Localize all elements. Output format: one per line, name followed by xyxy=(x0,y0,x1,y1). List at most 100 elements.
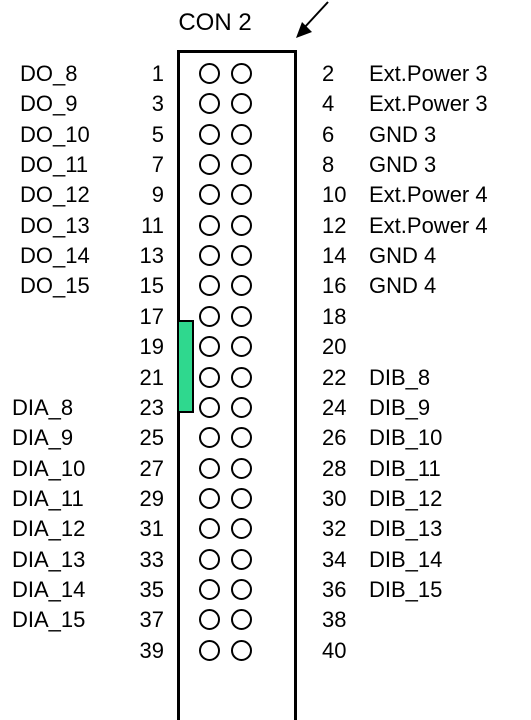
odd-pin-circle xyxy=(199,214,220,236)
right-pin-number: 8 xyxy=(322,152,335,178)
odd-pin-circle xyxy=(199,63,220,84)
pin-row: DIA_13 33 34 DIB_14 xyxy=(0,545,531,575)
right-signal-label: DIB_14 xyxy=(369,546,443,572)
even-pin-circle xyxy=(231,518,252,540)
pin-row: 21 22 DIB_8 xyxy=(0,363,531,393)
odd-pin-circle xyxy=(199,578,220,600)
left-signal-label: DO_8 xyxy=(20,61,78,86)
left-signal-label: DIA_11 xyxy=(12,485,84,511)
even-pin-circle xyxy=(231,184,252,206)
right-signal-label: GND 3 xyxy=(369,152,437,178)
left-signal-label: DIA_10 xyxy=(12,455,86,481)
left-pin-number: 9 xyxy=(151,182,164,208)
left-signal-label: DIA_15 xyxy=(12,607,86,633)
pin-row: DO_8 1 2 Ext.Power 3 xyxy=(0,59,531,89)
right-pin-number: 30 xyxy=(322,485,347,511)
odd-pin-circle xyxy=(199,487,220,509)
odd-pin-circle xyxy=(199,639,220,661)
connector-title: CON 2 xyxy=(178,9,252,36)
left-signal-label: DO_11 xyxy=(20,152,89,178)
left-signal-label: DIA_12 xyxy=(12,516,86,542)
even-pin-circle xyxy=(231,245,252,267)
left-pin-number: 31 xyxy=(139,516,164,542)
pointer-arrow-icon xyxy=(296,1,329,38)
left-signal-label: DO_9 xyxy=(20,91,78,117)
pin-row: DIA_14 35 36 DIB_15 xyxy=(0,575,531,605)
pin-row: DIA_12 31 32 DIB_13 xyxy=(0,514,531,544)
left-pin-number: 35 xyxy=(139,576,164,602)
left-pin-number: 27 xyxy=(139,455,164,481)
left-pin-number: 7 xyxy=(151,152,164,178)
right-pin-number: 22 xyxy=(322,364,347,390)
right-pin-number: 32 xyxy=(322,516,347,542)
connector-pinout-diagram: CON 2 DO_8 1 2 Ext.Power 3 DO_9 3 4 Ext.Power 3… xyxy=(0,0,531,720)
right-pin-number: 28 xyxy=(322,455,347,481)
even-pin-circle xyxy=(231,396,252,418)
right-pin-number: 14 xyxy=(322,243,347,269)
even-pin-circle xyxy=(231,305,252,327)
left-pin-number: 37 xyxy=(139,607,164,633)
odd-pin-circle xyxy=(199,548,220,570)
odd-pin-circle xyxy=(199,366,220,388)
pin-row: 19 20 xyxy=(0,332,531,362)
right-signal-label: Ext.Power 3 xyxy=(369,91,488,117)
right-pin-number: 4 xyxy=(322,91,335,117)
odd-pin-circle xyxy=(199,184,220,206)
right-signal-label: GND 3 xyxy=(369,121,437,147)
right-pin-number: 12 xyxy=(322,212,347,238)
right-pin-number: 38 xyxy=(322,607,347,633)
pin-row: DIA_15 37 38 xyxy=(0,605,531,635)
right-signal-label: GND 4 xyxy=(369,273,437,299)
even-pin-circle xyxy=(231,154,252,176)
left-signal-label: DO_10 xyxy=(20,121,90,147)
pin-row: DIA_8 23 24 DIB_9 xyxy=(0,393,531,423)
even-pin-circle xyxy=(231,63,252,84)
left-pin-number: 29 xyxy=(139,485,164,511)
even-pin-circle xyxy=(231,639,252,661)
right-pin-number: 34 xyxy=(322,546,347,572)
even-pin-circle xyxy=(231,427,252,449)
even-pin-circle xyxy=(231,93,252,115)
right-pin-number: 10 xyxy=(322,182,347,208)
even-pin-circle xyxy=(231,275,252,297)
left-pin-number: 13 xyxy=(139,243,164,269)
odd-pin-circle xyxy=(199,457,220,479)
odd-pin-circle xyxy=(199,336,220,358)
right-pin-number: 18 xyxy=(322,303,347,329)
left-signal-label: DO_14 xyxy=(20,243,90,269)
right-pin-number: 20 xyxy=(322,334,347,360)
odd-pin-circle xyxy=(199,396,220,418)
pin-row: DO_11 7 8 GND 3 xyxy=(0,150,531,180)
left-pin-number: 17 xyxy=(139,303,164,329)
left-signal-label: DIA_13 xyxy=(12,546,86,572)
left-pin-number: 3 xyxy=(151,91,164,117)
pin-row: 39 40 xyxy=(0,636,531,666)
pin-row: DO_12 9 10 Ext.Power 4 xyxy=(0,180,531,210)
right-signal-label: GND 4 xyxy=(369,243,437,269)
pin-row: DO_14 13 14 GND 4 xyxy=(0,241,531,271)
right-pin-number: 24 xyxy=(322,394,347,420)
pin-row: 17 18 xyxy=(0,302,531,332)
even-pin-circle xyxy=(231,487,252,509)
right-pin-number: 2 xyxy=(322,61,335,86)
right-signal-label: Ext.Power 4 xyxy=(369,212,488,238)
odd-pin-circle xyxy=(199,123,220,145)
left-signal-label: DIA_14 xyxy=(12,576,86,602)
left-pin-number: 21 xyxy=(139,364,164,390)
right-signal-label: DIB_15 xyxy=(369,576,443,602)
even-pin-circle xyxy=(231,336,252,358)
pin-row: DO_15 15 16 GND 4 xyxy=(0,271,531,301)
right-signal-label: Ext.Power 3 xyxy=(369,61,488,86)
pin-row: DIA_10 27 28 DIB_11 xyxy=(0,454,531,484)
even-pin-circle xyxy=(231,548,252,570)
left-signal-label: DIA_9 xyxy=(12,425,74,451)
left-pin-number: 19 xyxy=(139,334,164,360)
odd-pin-circle xyxy=(199,275,220,297)
left-pin-number: 11 xyxy=(141,212,164,238)
pin-row: DO_10 5 6 GND 3 xyxy=(0,120,531,150)
left-signal-label: DO_13 xyxy=(20,212,90,238)
left-pin-number: 25 xyxy=(139,425,164,451)
left-signal-label: DO_15 xyxy=(20,273,90,299)
odd-pin-circle xyxy=(199,154,220,176)
right-pin-number: 40 xyxy=(322,637,347,663)
